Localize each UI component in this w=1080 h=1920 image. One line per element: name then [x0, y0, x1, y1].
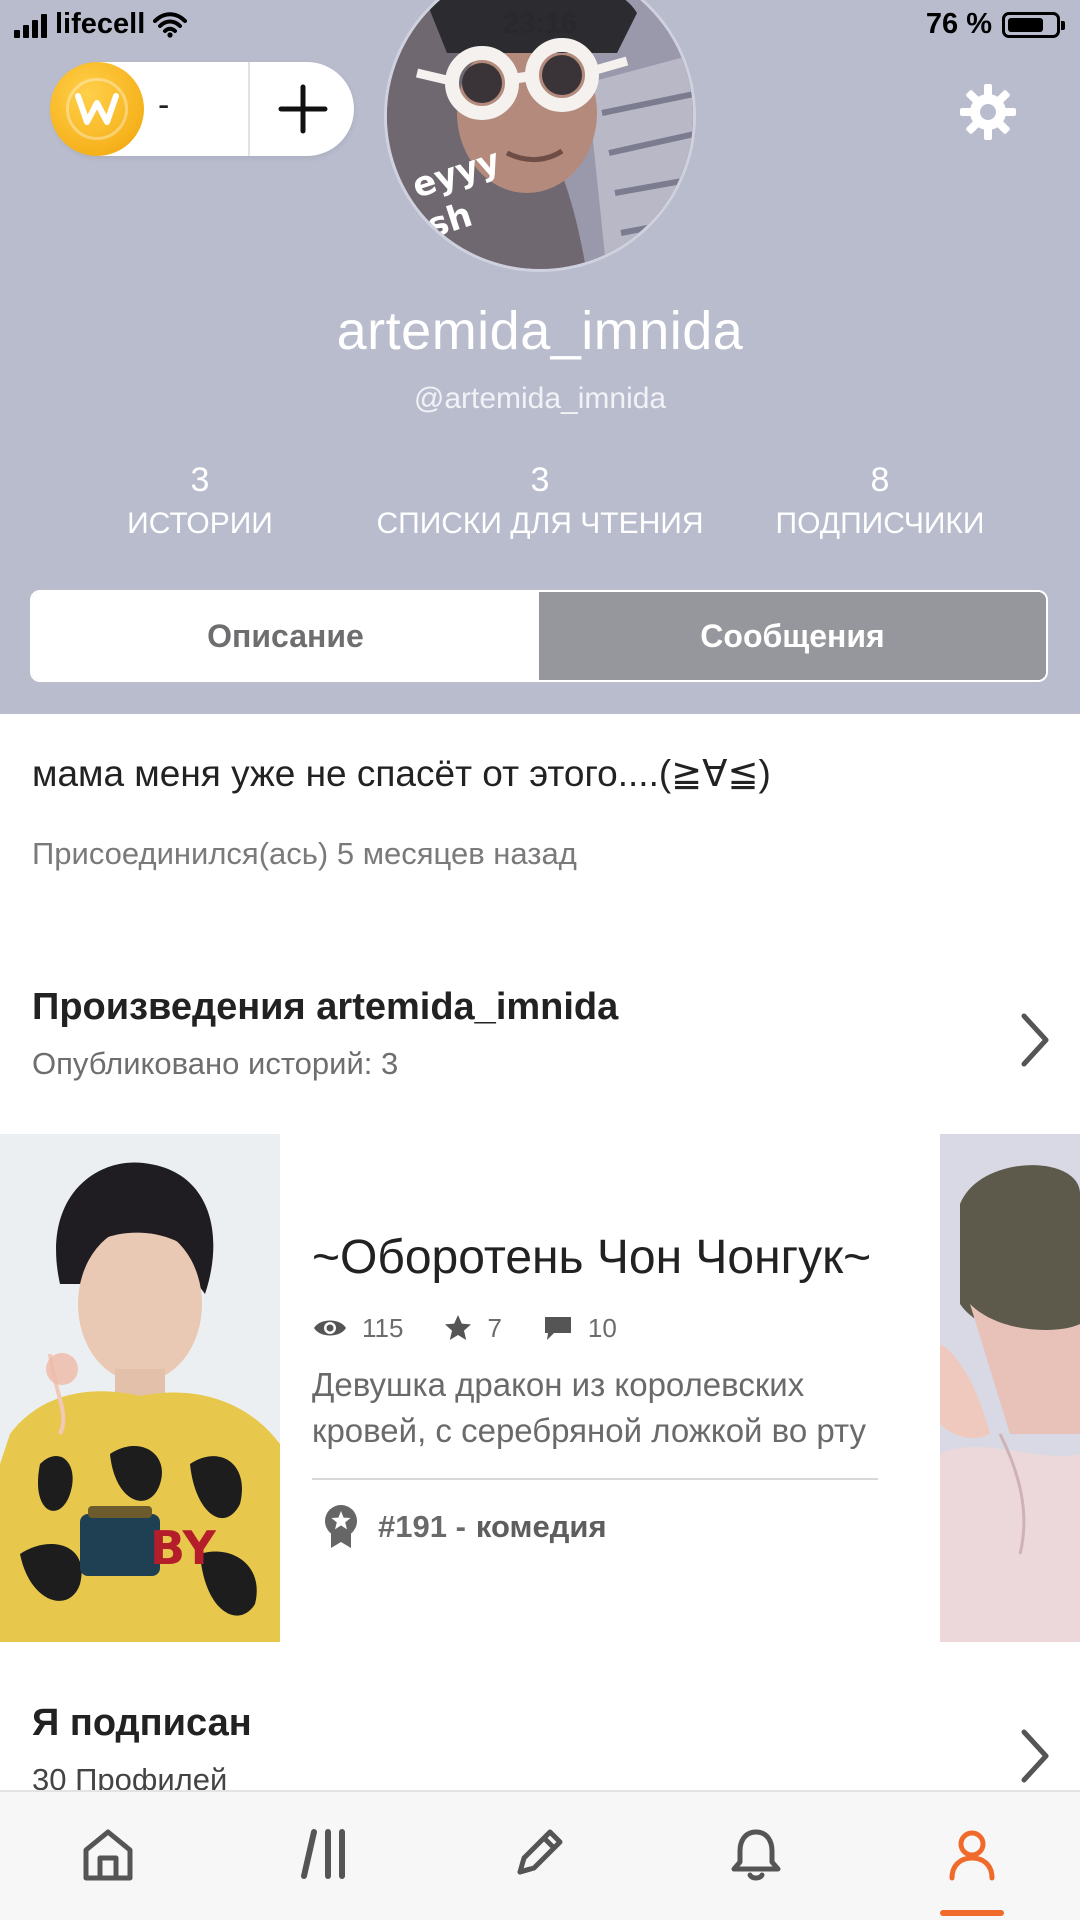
- story-rank-genre: комедия: [475, 1509, 607, 1544]
- following-section-title[interactable]: Я подписан: [32, 1702, 252, 1745]
- status-right: 76 %: [925, 8, 1065, 41]
- works-title-prefix: Произведения: [32, 986, 306, 1028]
- profile-bio: мама меня уже не спасёт от этого....(≧∀≦…: [32, 753, 771, 794]
- story-description-line-1: Девушка дракон из королевских: [312, 1366, 805, 1403]
- write-icon: [517, 1829, 563, 1875]
- story-views-count: 115: [362, 1312, 404, 1343]
- story-divider: [312, 1478, 878, 1480]
- tab-library[interactable]: [286, 1814, 366, 1894]
- battery-percent: 76 %: [925, 8, 992, 40]
- svg-text:BY: BY: [150, 1521, 217, 1575]
- story-meta: 115 7 10: [312, 1308, 657, 1348]
- coin-count: -: [158, 86, 170, 124]
- profile-segmented-control: Описание Сообщения: [30, 590, 1048, 682]
- joined-date: Присоединился(ась) 5 месяцев назад: [32, 836, 577, 871]
- story-description-line-2: кровей, с серебряной ложкой во рту: [312, 1412, 866, 1449]
- story-title[interactable]: ~Оборотень Чон Чонгук~: [312, 1230, 872, 1285]
- profile-handle: @artemida_imnida: [413, 382, 667, 415]
- story-comments-count: 10: [587, 1312, 617, 1343]
- stat-reading-lists-value: 3: [530, 461, 550, 499]
- profile-icon: [949, 1830, 995, 1881]
- home-icon: [83, 1829, 133, 1881]
- status-time: 23:16: [502, 8, 578, 40]
- story-votes: 7: [443, 1312, 502, 1344]
- profile-display-name: artemida_imnida: [336, 301, 744, 361]
- tab-home[interactable]: [68, 1814, 148, 1894]
- tab-profile[interactable]: [932, 1814, 1012, 1894]
- story-comments: 10: [542, 1313, 617, 1344]
- battery-fill: [1008, 17, 1043, 32]
- tab-about[interactable]: Описание: [32, 592, 539, 680]
- star-icon: [445, 1315, 472, 1340]
- stat-followers-value: 8: [870, 461, 890, 499]
- profile-header: eyyy sh lifecell 23:16 76 % - artemida_i…: [0, 0, 1080, 714]
- tab-messages[interactable]: Сообщения: [539, 592, 1046, 680]
- story-votes-count: 7: [487, 1312, 502, 1343]
- stat-reading-lists-label: СПИСКИ ДЛЯ ЧТЕНИЯ: [376, 507, 704, 540]
- stat-stories-value: 3: [190, 461, 210, 499]
- works-chevron-right-icon[interactable]: [1014, 1010, 1054, 1070]
- stat-followers-label: ПОДПИСЧИКИ: [775, 507, 985, 540]
- coin-icon: [50, 62, 144, 156]
- stat-stories-label: ИСТОРИИ: [127, 507, 273, 540]
- works-count: Опубликовано историй: 3: [32, 1046, 399, 1081]
- profile-stats: 3 ИСТОРИИ 3 СПИСКИ ДЛЯ ЧТЕНИЯ 8 ПОДПИСЧИ…: [0, 460, 1080, 550]
- next-story-cover[interactable]: [940, 1134, 1080, 1642]
- stat-reading-lists[interactable]: 3 СПИСКИ ДЛЯ ЧТЕНИЯ: [350, 460, 730, 548]
- battery-icon: [1002, 11, 1065, 38]
- next-story-cover-image: [940, 1134, 1080, 1642]
- story-rank-number: #191 -: [378, 1509, 466, 1544]
- stat-followers[interactable]: 8 ПОДПИСЧИКИ: [750, 460, 1010, 548]
- story-views: 115: [312, 1313, 403, 1344]
- comment-icon: [544, 1317, 571, 1340]
- notifications-icon: [731, 1829, 781, 1881]
- eye-icon: [314, 1320, 346, 1336]
- works-title-user: artemida_imnida: [316, 986, 619, 1028]
- library-icon: [301, 1829, 345, 1879]
- add-coins-icon[interactable]: [276, 82, 330, 136]
- works-section-title[interactable]: Произведения artemida_imnida: [32, 986, 618, 1029]
- settings-gear-icon[interactable]: [958, 82, 1018, 142]
- stat-stories[interactable]: 3 ИСТОРИИ: [80, 460, 320, 548]
- rank-badge-icon: [325, 1505, 357, 1548]
- tab-write[interactable]: [498, 1814, 578, 1894]
- following-title: Я подписан: [32, 1702, 252, 1744]
- following-chevron-right-icon[interactable]: [1014, 1726, 1054, 1786]
- story-cover-image: BY: [0, 1134, 280, 1642]
- story-cover[interactable]: BY: [0, 1134, 280, 1642]
- story-rank[interactable]: #191 - комедия: [322, 1504, 607, 1550]
- story-description: Девушка дракон из королевских кровей, с …: [312, 1362, 882, 1454]
- bottom-tab-bar: [0, 1790, 1080, 1920]
- tab-notifications[interactable]: [716, 1814, 796, 1894]
- active-tab-indicator: [940, 1910, 1004, 1916]
- coin-divider: [248, 62, 250, 156]
- status-bar: lifecell 23:16 76 %: [0, 0, 1080, 54]
- coin-balance[interactable]: -: [50, 62, 354, 156]
